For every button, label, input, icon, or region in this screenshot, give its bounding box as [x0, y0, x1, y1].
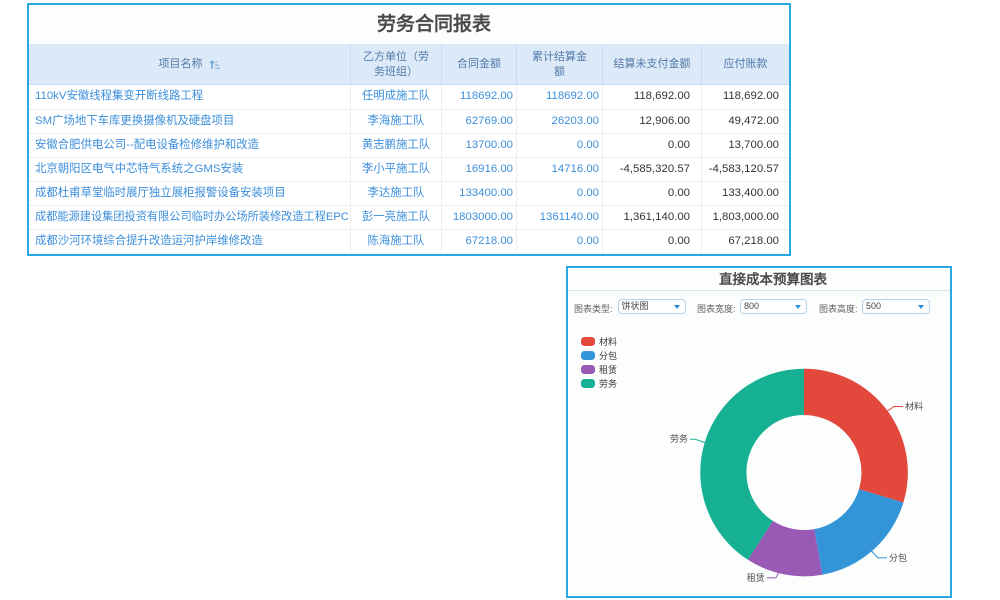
svg-text:劳务: 劳务: [670, 433, 688, 444]
svg-text:分包: 分包: [889, 552, 907, 563]
svg-text:租赁: 租赁: [747, 572, 765, 583]
svg-text:材料: 材料: [905, 401, 923, 412]
